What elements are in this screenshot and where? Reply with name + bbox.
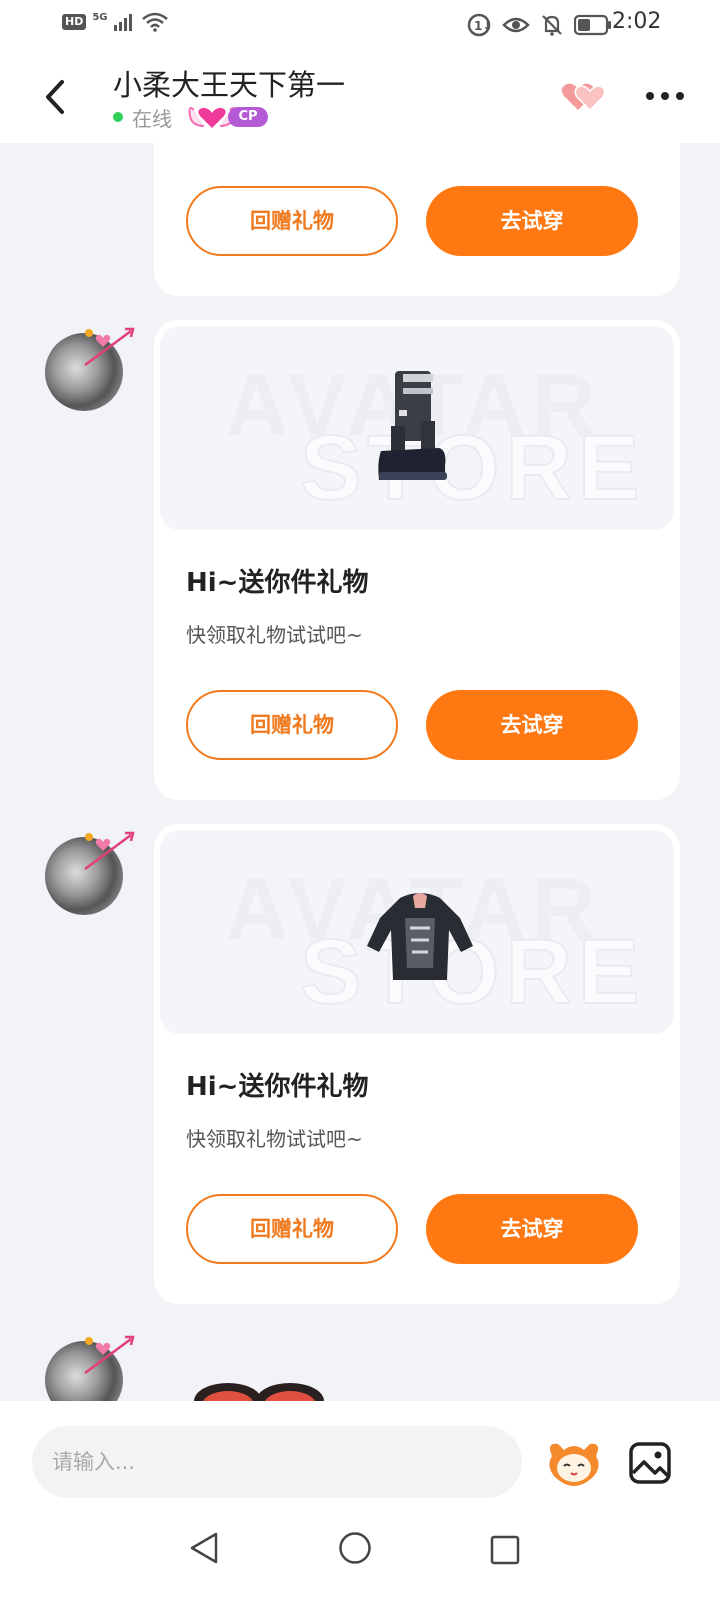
image-icon[interactable]	[628, 1441, 672, 1485]
nav-recents-icon[interactable]	[490, 1535, 520, 1565]
network-type: 5G	[92, 11, 108, 23]
hoodie-icon	[367, 893, 473, 980]
online-text: 在线	[132, 106, 172, 131]
try-on-button[interactable]: 去试穿	[426, 1194, 638, 1264]
chat-list[interactable]: 回赠礼物 去试穿 AVATAR STORE Hi~送你件礼物	[0, 143, 720, 1401]
gift-subtitle: 快领取礼物试试吧~	[186, 623, 363, 647]
more-icon[interactable]	[645, 88, 685, 104]
system-nav-bar	[0, 1501, 720, 1600]
mute-bell-icon	[542, 15, 562, 36]
gift-card: AVATAR STORE Hi~送你件礼物 快领取礼物试试吧~ 回赠礼物 去试穿	[154, 320, 680, 800]
try-on-button[interactable]: 去试穿	[426, 186, 638, 256]
sticker-partial[interactable]	[190, 1365, 330, 1401]
online-dot	[113, 112, 123, 122]
cp-label: CP	[228, 107, 268, 127]
svg-text:1↓: 1↓	[474, 19, 492, 33]
return-gift-button[interactable]: 回赠礼物	[186, 690, 398, 760]
gift-card: AVATAR STORE Hi~送你件礼物 快领取礼物试试吧~ 回赠礼物 去试穿	[154, 824, 680, 1304]
status-right: 1↓	[466, 12, 612, 38]
cupid-arrow-icon	[84, 831, 135, 871]
back-icon[interactable]	[38, 74, 72, 120]
sender-avatar[interactable]	[45, 831, 135, 915]
nav-home-icon[interactable]	[338, 1531, 372, 1565]
watermark-line2: STORE	[299, 416, 646, 520]
status-time: 2:02	[612, 9, 662, 34]
boots-icon	[378, 371, 447, 480]
intimacy-hearts-icon[interactable]	[560, 80, 608, 114]
sender-avatar[interactable]	[45, 1335, 135, 1401]
gift-image-area[interactable]: AVATAR STORE	[160, 830, 674, 1034]
gift-image-area[interactable]: AVATAR STORE	[160, 326, 674, 530]
gift-subtitle: 快领取礼物试试吧~	[186, 1127, 363, 1151]
gift-title: Hi~送你件礼物	[186, 568, 369, 598]
cp-badge[interactable]: CP	[186, 102, 278, 132]
gift-card-partial: 回赠礼物 去试穿	[154, 143, 680, 296]
sender-avatar[interactable]	[45, 327, 135, 411]
data-saver-icon: 1↓	[467, 13, 492, 37]
chat-title: 小柔大王天下第一	[113, 68, 346, 102]
input-bar	[0, 1401, 720, 1501]
cupid-arrow-icon	[84, 1335, 135, 1375]
online-status: 在线 CP	[113, 102, 278, 132]
cupid-arrow-icon	[84, 327, 135, 367]
status-left: HD 5G	[62, 12, 168, 32]
signal-icon	[113, 14, 132, 31]
message-input[interactable]	[32, 1426, 522, 1498]
battery-icon	[574, 14, 611, 36]
chat-header: 小柔大王天下第一 在线 CP	[0, 50, 720, 143]
eye-icon	[502, 17, 530, 33]
status-bar: HD 5G 1↓ 2:02	[0, 0, 720, 50]
emoji-mascot-icon[interactable]	[544, 1436, 604, 1488]
wifi-icon	[141, 12, 168, 32]
return-gift-button[interactable]: 回赠礼物	[186, 1194, 398, 1264]
gift-title: Hi~送你件礼物	[186, 1072, 369, 1102]
hd-badge: HD	[62, 14, 87, 30]
nav-back-icon[interactable]	[188, 1531, 220, 1565]
return-gift-button[interactable]: 回赠礼物	[186, 186, 398, 256]
try-on-button[interactable]: 去试穿	[426, 690, 638, 760]
